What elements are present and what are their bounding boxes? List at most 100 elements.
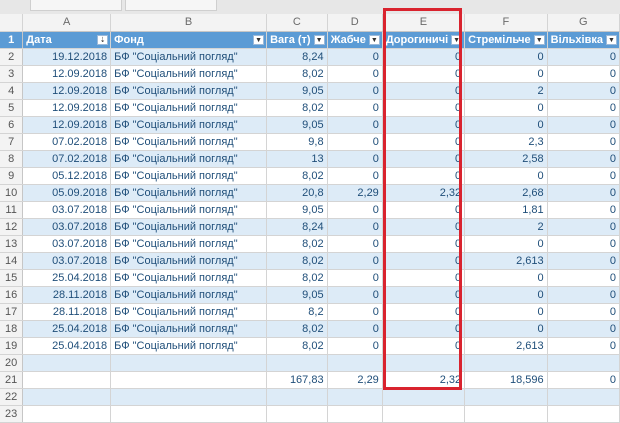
cell-stremilche[interactable] bbox=[464, 388, 548, 406]
column-header[interactable]: C bbox=[266, 14, 328, 32]
cell-weight[interactable]: 8,02 bbox=[266, 320, 328, 338]
cell-stremilche[interactable]: 0 bbox=[464, 167, 548, 185]
cell-dorohynychi[interactable]: 0 bbox=[382, 320, 466, 338]
cell-vilkhivka[interactable]: 0 bbox=[547, 201, 620, 219]
cell-dorohynychi[interactable] bbox=[382, 388, 466, 406]
cell-dorohynychi[interactable]: 2,32 bbox=[382, 184, 466, 202]
cell-weight[interactable]: 9,05 bbox=[266, 116, 328, 134]
cell-dorohynychi[interactable]: 0 bbox=[382, 269, 466, 287]
filter-dropdown-icon[interactable]: ▼ bbox=[533, 34, 545, 45]
row-number[interactable]: 9 bbox=[0, 167, 24, 185]
cell-weight[interactable] bbox=[266, 405, 328, 423]
cell-date[interactable]: 12.09.2018 bbox=[22, 116, 112, 134]
sheet-tab[interactable] bbox=[30, 0, 122, 11]
cell-fund[interactable]: БФ "Соціальний погляд" bbox=[110, 167, 268, 185]
row-number[interactable]: 10 bbox=[0, 184, 24, 202]
cell-date[interactable]: 03.07.2018 bbox=[22, 252, 112, 270]
cell-fund[interactable]: БФ "Соціальний погляд" bbox=[110, 235, 268, 253]
row-number[interactable]: 2 bbox=[0, 48, 24, 66]
cell-stremilche[interactable]: 2,613 bbox=[464, 252, 548, 270]
cell-vilkhivka[interactable] bbox=[547, 405, 620, 423]
cell-stremilche[interactable]: 2 bbox=[464, 218, 548, 236]
cell-weight[interactable]: 9,05 bbox=[266, 201, 328, 219]
cell-stremilche[interactable]: 2,68 bbox=[464, 184, 548, 202]
cell-dorohynychi[interactable]: 2,32 bbox=[382, 371, 466, 389]
row-number[interactable]: 4 bbox=[0, 82, 24, 100]
cell-fund[interactable]: БФ "Соціальний погляд" bbox=[110, 48, 268, 66]
cell-zhabche[interactable]: 0 bbox=[327, 286, 383, 304]
cell-vilkhivka[interactable]: 0 bbox=[547, 235, 620, 253]
cell-weight[interactable]: 9,05 bbox=[266, 82, 328, 100]
select-all-corner[interactable] bbox=[0, 14, 24, 32]
cell-weight[interactable]: 8,2 bbox=[266, 303, 328, 321]
cell-date[interactable]: 25.04.2018 bbox=[22, 269, 112, 287]
cell-weight[interactable]: 8,24 bbox=[266, 48, 328, 66]
cell-fund[interactable]: БФ "Соціальний погляд" bbox=[110, 184, 268, 202]
cell-zhabche[interactable]: 0 bbox=[327, 218, 383, 236]
column-header[interactable]: A bbox=[22, 14, 112, 32]
cell-weight[interactable]: 8,02 bbox=[266, 167, 328, 185]
row-number[interactable]: 14 bbox=[0, 252, 24, 270]
cell-dorohynychi[interactable]: 0 bbox=[382, 150, 466, 168]
row-number[interactable]: 1 bbox=[0, 31, 24, 49]
cell-dorohynychi[interactable]: 0 bbox=[382, 167, 466, 185]
cell-zhabche[interactable]: 0 bbox=[327, 252, 383, 270]
header-cell-dorohynychi[interactable]: Дорогиничі ▼ bbox=[382, 31, 466, 49]
cell-vilkhivka[interactable]: 0 bbox=[547, 303, 620, 321]
cell-stremilche[interactable]: 0 bbox=[464, 116, 548, 134]
cell-date[interactable]: 03.07.2018 bbox=[22, 201, 112, 219]
row-number[interactable]: 16 bbox=[0, 286, 24, 304]
cell-fund[interactable] bbox=[110, 388, 268, 406]
row-number[interactable]: 18 bbox=[0, 320, 24, 338]
column-header[interactable]: E bbox=[382, 14, 466, 32]
cell-fund[interactable]: БФ "Соціальний погляд" bbox=[110, 133, 268, 151]
row-number[interactable]: 19 bbox=[0, 337, 24, 355]
cell-zhabche[interactable]: 0 bbox=[327, 337, 383, 355]
filter-dropdown-icon[interactable]: ▼ bbox=[313, 34, 325, 45]
cell-zhabche[interactable]: 0 bbox=[327, 150, 383, 168]
cell-dorohynychi[interactable]: 0 bbox=[382, 48, 466, 66]
header-cell-zhabche[interactable]: Жабче ▼ bbox=[327, 31, 383, 49]
cell-dorohynychi[interactable]: 0 bbox=[382, 201, 466, 219]
cell-date[interactable]: 05.12.2018 bbox=[22, 167, 112, 185]
cell-vilkhivka[interactable]: 0 bbox=[547, 371, 620, 389]
cell-dorohynychi[interactable] bbox=[382, 354, 466, 372]
row-number[interactable]: 21 bbox=[0, 371, 24, 389]
cell-vilkhivka[interactable]: 0 bbox=[547, 133, 620, 151]
cell-stremilche[interactable]: 2,613 bbox=[464, 337, 548, 355]
cell-stremilche[interactable]: 0 bbox=[464, 320, 548, 338]
cell-fund[interactable]: БФ "Соціальний погляд" bbox=[110, 320, 268, 338]
cell-zhabche[interactable]: 0 bbox=[327, 82, 383, 100]
cell-zhabche[interactable]: 0 bbox=[327, 133, 383, 151]
row-number[interactable]: 23 bbox=[0, 405, 24, 423]
cell-date[interactable]: 07.02.2018 bbox=[22, 150, 112, 168]
header-cell-stremilche[interactable]: Стремільче ▼ bbox=[464, 31, 548, 49]
cell-date[interactable]: 03.07.2018 bbox=[22, 218, 112, 236]
cell-stremilche[interactable]: 0 bbox=[464, 235, 548, 253]
cell-zhabche[interactable]: 0 bbox=[327, 269, 383, 287]
cell-fund[interactable]: БФ "Соціальний погляд" bbox=[110, 337, 268, 355]
cell-dorohynychi[interactable]: 0 bbox=[382, 116, 466, 134]
column-header[interactable]: D bbox=[327, 14, 383, 32]
cell-fund[interactable]: БФ "Соціальний погляд" bbox=[110, 269, 268, 287]
header-cell-fund[interactable]: Фонд ▼ bbox=[110, 31, 268, 49]
cell-zhabche[interactable]: 0 bbox=[327, 320, 383, 338]
cell-zhabche[interactable]: 0 bbox=[327, 167, 383, 185]
cell-stremilche[interactable]: 1,81 bbox=[464, 201, 548, 219]
cell-fund[interactable]: БФ "Соціальний погляд" bbox=[110, 201, 268, 219]
cell-fund[interactable]: БФ "Соціальний погляд" bbox=[110, 150, 268, 168]
cell-stremilche[interactable]: 0 bbox=[464, 269, 548, 287]
cell-vilkhivka[interactable] bbox=[547, 354, 620, 372]
row-number[interactable]: 5 bbox=[0, 99, 24, 117]
filter-dropdown-icon[interactable]: ▼ bbox=[451, 34, 463, 45]
cell-dorohynychi[interactable]: 0 bbox=[382, 218, 466, 236]
cell-weight[interactable]: 167,83 bbox=[266, 371, 328, 389]
cell-weight[interactable]: 8,02 bbox=[266, 252, 328, 270]
cell-dorohynychi[interactable]: 0 bbox=[382, 303, 466, 321]
cell-stremilche[interactable]: 0 bbox=[464, 99, 548, 117]
cell-fund[interactable] bbox=[110, 354, 268, 372]
header-cell-date[interactable]: Дата ⇣ bbox=[22, 31, 112, 49]
row-number[interactable]: 17 bbox=[0, 303, 24, 321]
column-header[interactable]: B bbox=[110, 14, 268, 32]
cell-zhabche[interactable]: 2,29 bbox=[327, 371, 383, 389]
